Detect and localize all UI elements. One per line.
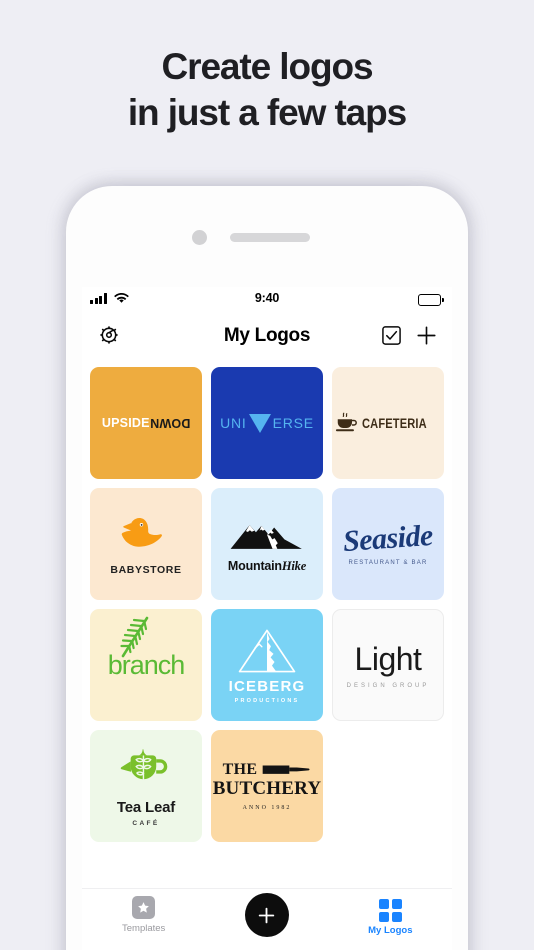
babystore-text: BABYSTORE (110, 563, 182, 576)
logo-tile-cafeteria[interactable]: CAFETERIA (332, 367, 444, 479)
logo-tile-upside-down[interactable]: UPSIDE DOWN (90, 367, 202, 479)
logo-tile-iceberg[interactable]: ICEBERG PRODUCTIONS (211, 609, 323, 721)
plus-icon (417, 326, 436, 345)
iceberg-mountain-icon (238, 629, 296, 672)
universe-text-a: UNI (220, 415, 247, 431)
mountainhike-text: MountainHike (228, 559, 306, 574)
logo-universe: UNI ERSE (220, 413, 314, 433)
logo-tile-butchery[interactable]: THE BUTCHERY ANNO 1982 (211, 730, 323, 842)
fern-leaf-icon (120, 616, 149, 657)
light-text: Light (354, 641, 422, 677)
status-bar-clock: 9:40 (254, 291, 280, 305)
logo-branch: branch (108, 616, 185, 681)
triangle-down-icon (248, 413, 271, 433)
seaside-text: Seaside (342, 518, 434, 559)
nav-bar: My Logos (82, 314, 452, 358)
app-root: Create logos in just a few taps 9:40 My … (0, 0, 534, 950)
rubber-duck-icon (121, 517, 162, 547)
star-icon (132, 896, 156, 919)
upside-text-a: UPSIDE (101, 416, 150, 430)
butchery-text-a: THE (222, 761, 258, 779)
light-subtext: DESIGN GROUP (346, 683, 430, 689)
select-mode-button[interactable] (381, 325, 402, 351)
page-title: Create logos in just a few taps (0, 44, 534, 136)
iceberg-subtext: PRODUCTIONS (234, 697, 300, 704)
coffee-cup-icon (336, 412, 358, 432)
butchery-subtext: ANNO 1982 (242, 804, 292, 811)
logo-tile-seaside[interactable]: Seaside RESTAURANT & BAR (332, 488, 444, 600)
logo-tile-universe[interactable]: UNI ERSE (211, 367, 323, 479)
cleaver-icon (263, 765, 310, 774)
logo-tile-light[interactable]: Light DESIGN GROUP (332, 609, 444, 721)
create-button-wrap (217, 893, 317, 937)
tab-bar: Templates My Logos (82, 888, 452, 950)
mountain-range-icon (230, 525, 302, 549)
front-camera-icon (192, 230, 207, 245)
logo-tile-branch[interactable]: branch (90, 609, 202, 721)
headline-line-1: Create logos (161, 46, 374, 87)
tab-my-logos[interactable]: My Logos (340, 896, 440, 936)
create-logo-fab[interactable] (244, 893, 289, 937)
iceberg-text: ICEBERG (228, 677, 306, 695)
status-bar: 9:40 (82, 287, 452, 314)
logo-mountainhike: MountainHike (228, 514, 306, 574)
checkbox-icon (382, 326, 401, 345)
logo-cafeteria: CAFETERIA (334, 411, 441, 435)
logo-tile-tealeaf[interactable]: Tea Leaf CAFÉ (90, 730, 202, 842)
mountainhike-text-a: Mountain (227, 559, 282, 573)
universe-text-b: ERSE (272, 415, 314, 431)
tealeaf-subtext: CAFÉ (132, 819, 160, 827)
butchery-row-1: THE (223, 761, 312, 779)
mountainhike-text-b: Hike (281, 559, 307, 573)
phone-screen: 9:40 My Logos UPSIDE DOWN UNI ERSE CAFET… (82, 287, 452, 950)
tab-templates-label: Templates (122, 923, 166, 934)
logo-upside-down: UPSIDE DOWN (102, 416, 190, 430)
logo-tile-mountainhike[interactable]: MountainHike (211, 488, 323, 600)
earpiece-speaker (230, 233, 310, 242)
teapot-icon (120, 748, 168, 780)
battery-full-icon (418, 294, 444, 306)
tealeaf-text: Tea Leaf (116, 798, 176, 816)
grid-icon (378, 899, 402, 922)
tab-templates[interactable]: Templates (94, 896, 194, 934)
logo-tile-babystore[interactable]: BABYSTORE (90, 488, 202, 600)
headline-line-2: in just a few taps (127, 92, 407, 133)
seaside-subtext: RESTAURANT & BAR (348, 560, 428, 566)
butchery-text-b: BUTCHERY (212, 778, 322, 800)
cafeteria-text: CAFETERIA (362, 415, 428, 431)
upside-text-b: DOWN (149, 416, 191, 430)
logo-grid: UPSIDE DOWN UNI ERSE CAFETERIA BABYSTORE… (82, 358, 452, 842)
add-logo-button[interactable] (415, 324, 438, 352)
plus-icon (259, 907, 275, 923)
tab-my-logos-label: My Logos (368, 925, 413, 936)
